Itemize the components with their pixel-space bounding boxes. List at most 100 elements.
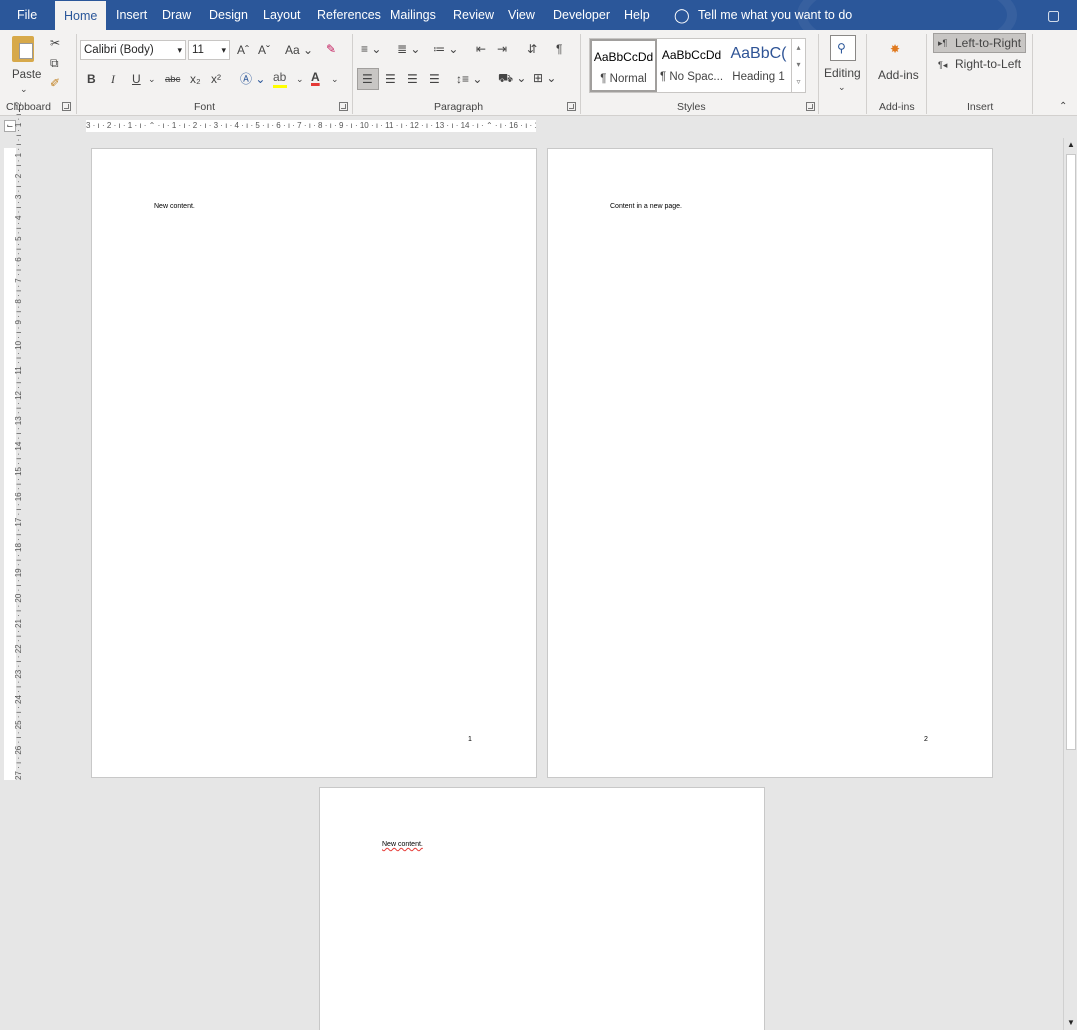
subscript-button[interactable]: x₂ (190, 72, 201, 86)
change-case-button[interactable]: Aa ⌄ (285, 43, 313, 57)
style-sample: AaBbCcDd (593, 50, 654, 64)
copy-icon[interactable]: ⧉ (50, 56, 59, 70)
increase-indent-icon[interactable]: ⇥ (497, 42, 507, 56)
font-group-label: Font (194, 101, 216, 113)
style-name: ¶ No Spac... (659, 71, 724, 83)
highlight-dropdown-icon[interactable]: ⌄ (296, 72, 304, 86)
multilevel-list-icon[interactable]: ≔ ⌄ (433, 42, 458, 56)
tab-view[interactable]: View (508, 0, 535, 30)
shading-icon[interactable]: ⛟ ⌄ (498, 71, 527, 85)
ltr-label: Left-to-Right (955, 36, 1022, 50)
align-right-icon[interactable]: ☰ (407, 72, 418, 86)
tab-developer[interactable]: Developer (553, 0, 610, 30)
scroll-up-icon[interactable]: ▲ (1067, 140, 1075, 149)
highlight-color-icon[interactable]: ab (273, 70, 287, 88)
scroll-thumb[interactable] (1066, 154, 1076, 750)
bullets-icon[interactable]: ≡ ⌄ (361, 42, 381, 56)
page-text[interactable]: New content. (382, 841, 423, 848)
scroll-down-icon[interactable]: ▼ (1067, 1018, 1075, 1027)
style-sample: AaBbC( (730, 45, 787, 62)
tab-draw[interactable]: Draw (162, 0, 191, 30)
vertical-scrollbar[interactable]: ▲ ▼ (1063, 138, 1077, 1030)
page-3[interactable]: New content. (319, 787, 765, 1030)
add-ins-button[interactable]: Add-ins (878, 68, 919, 82)
tab-layout[interactable]: Layout (263, 0, 301, 30)
cut-icon[interactable]: ✂ (50, 36, 60, 50)
align-left-button[interactable]: ☰ (357, 68, 379, 90)
tab-mailings[interactable]: Mailings (390, 0, 436, 30)
style-heading-1[interactable]: AaBbC( Heading 1 (726, 39, 791, 92)
page-2[interactable]: Content in a new page. 2 (547, 148, 993, 778)
borders-icon[interactable]: ⊞ ⌄ (533, 71, 556, 85)
tab-references[interactable]: References (317, 0, 381, 30)
paste-dropdown-icon[interactable]: ⌄ (20, 82, 28, 96)
chevron-down-icon: ▾ (177, 45, 182, 55)
styles-group-label: Styles (677, 101, 706, 113)
align-left-icon: ☰ (362, 72, 373, 86)
find-icon[interactable]: ⚲ (830, 35, 856, 61)
format-painter-icon[interactable]: ✐ (50, 76, 60, 90)
decrease-indent-icon[interactable]: ⇤ (476, 42, 486, 56)
style-name: Heading 1 (732, 71, 785, 83)
font-size-value: 11 (192, 44, 204, 56)
right-to-left-button[interactable]: Right-to-Left (955, 57, 1021, 71)
paragraph-launcher-icon[interactable] (567, 102, 576, 111)
style-no-spacing[interactable]: AaBbCcDd ¶ No Spac... (657, 39, 726, 92)
show-formatting-marks-icon[interactable]: ¶ (556, 42, 562, 56)
divider (76, 34, 77, 114)
clipboard-launcher-icon[interactable] (62, 102, 71, 111)
font-color-dropdown-icon[interactable]: ⌄ (331, 72, 339, 86)
page-text[interactable]: New content. (154, 203, 195, 210)
paste-icon[interactable] (12, 36, 34, 62)
tab-review[interactable]: Review (453, 0, 494, 30)
underline-dropdown-icon[interactable]: ⌄ (148, 72, 156, 86)
page-1[interactable]: New content. 1 (91, 148, 537, 778)
editing-dropdown-icon[interactable]: ⌄ (838, 80, 846, 94)
paste-button[interactable]: Paste (12, 68, 41, 82)
font-launcher-icon[interactable] (339, 102, 348, 111)
ruler-scale: 3 · ı · 2 · ı · 1 · ı · ⌃ · ı · 1 · ı · … (86, 120, 536, 132)
collapse-ribbon-icon[interactable]: ⌃ (1059, 100, 1067, 114)
font-name-value: Calibri (Body) (84, 44, 154, 56)
vertical-ruler[interactable]: 27 · ı · 26 · ı · 25 · ı · 24 · ı · 23 ·… (0, 102, 23, 1030)
strikethrough-button[interactable]: abc (165, 73, 180, 87)
divider (866, 34, 867, 114)
ribbon: Paste ⌄ ✂ ⧉ ✐ Clipboard Calibri (Body) ▾… (0, 30, 1077, 116)
justify-icon[interactable]: ☰ (429, 72, 440, 86)
style-normal[interactable]: AaBbCcDd ¶ Normal (590, 39, 657, 92)
comments-icon[interactable]: ▢ (1047, 0, 1060, 30)
styles-launcher-icon[interactable] (806, 102, 815, 111)
font-name-combobox[interactable]: Calibri (Body) ▾ (80, 40, 186, 60)
underline-button[interactable]: U (132, 72, 141, 86)
left-to-right-button[interactable]: ▸¶ Left-to-Right (933, 33, 1026, 53)
align-center-icon[interactable]: ☰ (385, 72, 396, 86)
font-color-icon[interactable]: A (311, 70, 320, 84)
divider (1032, 34, 1033, 114)
tab-help[interactable]: Help (624, 0, 650, 30)
divider (926, 34, 927, 114)
line-spacing-icon[interactable]: ↕≡ ⌄ (456, 72, 482, 86)
tell-me-search[interactable]: Tell me what you want to do (698, 0, 852, 30)
add-ins-group-label: Add-ins (879, 101, 915, 113)
page-text[interactable]: Content in a new page. (610, 203, 682, 210)
clear-formatting-icon[interactable]: ✎ (326, 42, 336, 56)
bold-button[interactable]: B (87, 72, 96, 86)
italic-button[interactable]: I (111, 72, 115, 86)
editing-button[interactable]: Editing (824, 66, 861, 80)
numbering-icon[interactable]: ≣ ⌄ (397, 42, 420, 56)
tab-insert[interactable]: Insert (116, 0, 147, 30)
font-size-combobox[interactable]: 11 ▾ (188, 40, 230, 60)
grow-font-icon[interactable]: Aˆ (237, 43, 249, 57)
paragraph-group-label: Paragraph (434, 101, 484, 113)
superscript-button[interactable]: x² (211, 72, 221, 86)
tab-file[interactable]: File (17, 0, 37, 30)
rtl-icon[interactable]: ¶◂ (938, 58, 947, 72)
tab-design[interactable]: Design (209, 0, 248, 30)
shrink-font-icon[interactable]: Aˇ (258, 43, 270, 57)
sort-icon[interactable]: ⇵ (527, 42, 537, 56)
add-ins-icon[interactable]: ✸ (890, 42, 900, 56)
horizontal-ruler[interactable]: ⌙ 3 · ı · 2 · ı · 1 · ı · ⌃ · ı · 1 · ı … (0, 116, 1077, 138)
text-effects-icon[interactable]: Ⓐ ⌄ (240, 72, 265, 86)
styles-scroll[interactable]: ▴ ▾ ▿ (791, 39, 805, 92)
tab-home[interactable]: Home (55, 1, 107, 30)
